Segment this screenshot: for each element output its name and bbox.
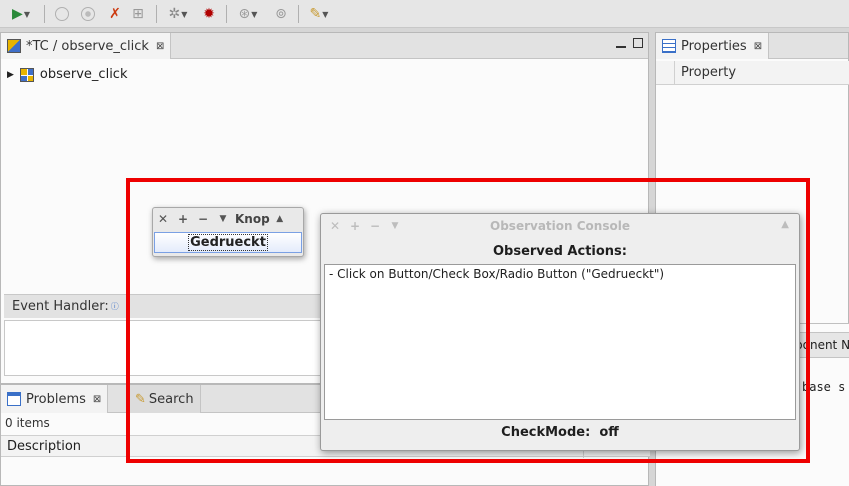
highlight-rectangle <box>126 178 810 463</box>
minimize-icon[interactable] <box>616 38 626 48</box>
target-alt-button[interactable]: ⊚ <box>270 4 292 24</box>
close-icon[interactable]: ⊠ <box>156 41 164 52</box>
tab-label: *TC / observe_click <box>26 38 149 54</box>
chevron-down-icon: ▼ <box>322 9 329 19</box>
target-alt-icon: ⊚ <box>275 6 287 22</box>
debug-button[interactable]: ✲ ▼ <box>164 4 192 24</box>
expand-triangle-icon[interactable]: ▶ <box>7 70 14 80</box>
tree-item-label: observe_click <box>39 67 128 82</box>
target-button[interactable]: ⊛ ▼ <box>232 4 264 24</box>
toolbar-separator <box>44 5 45 23</box>
object-map-icon: ✹ <box>203 6 215 22</box>
toolbar-separator <box>226 5 227 23</box>
properties-icon <box>662 39 676 53</box>
run-icon: ▶ <box>12 6 23 22</box>
properties-tabstrip: Properties ⊠ <box>656 33 848 59</box>
debug-icon: ✲ <box>168 6 181 22</box>
map-icon: ⊞ <box>132 6 144 22</box>
stop-button[interactable] <box>78 4 98 24</box>
tree-item[interactable]: ▶ observe_click <box>7 67 127 82</box>
maximize-icon[interactable] <box>633 38 643 48</box>
main-toolbar: ▶ ▼ ✗ ⊞ ✲ ▼ ✹ ⊛ ▼ ⊚ ✎ ▼ <box>0 0 849 28</box>
tab-label: Properties <box>681 38 747 54</box>
pen-button[interactable]: ✎ ▼ <box>304 4 334 24</box>
run-button[interactable]: ▶ ▼ <box>8 4 34 24</box>
record-button[interactable]: ✗ <box>104 4 126 24</box>
close-icon[interactable]: ⊠ <box>754 41 762 52</box>
problems-icon <box>7 392 21 406</box>
test-case-icon <box>7 39 21 53</box>
chevron-down-icon: ▼ <box>251 9 258 19</box>
test-case-icon <box>19 67 34 82</box>
chevron-down-icon: ▼ <box>181 9 188 19</box>
stop-icon <box>81 7 95 21</box>
toolbar-separator <box>156 5 157 23</box>
property-column-header[interactable]: Property <box>681 65 736 80</box>
editor-tabstrip: *TC / observe_click ⊠ <box>1 33 648 59</box>
items-count: 0 items <box>5 416 50 430</box>
record-icon: ✗ <box>109 6 121 22</box>
tab-problems[interactable]: Problems ⊠ <box>1 385 109 413</box>
info-icon: ⓘ <box>110 302 119 311</box>
pause-button[interactable] <box>52 4 72 24</box>
tab-properties[interactable]: Properties ⊠ <box>656 33 770 59</box>
pen-icon: ✎ <box>309 6 322 22</box>
tab-observe-click[interactable]: *TC / observe_click ⊠ <box>1 33 172 59</box>
map-button[interactable]: ⊞ <box>128 4 148 24</box>
pause-icon <box>55 7 69 21</box>
tab-label: Problems <box>26 391 86 407</box>
close-icon[interactable]: ⊠ <box>93 394 101 405</box>
object-map-button[interactable]: ✹ <box>198 4 220 24</box>
chevron-down-icon: ▼ <box>23 9 30 19</box>
target-icon: ⊛ <box>238 6 251 22</box>
description-column-header[interactable]: Description <box>7 439 81 454</box>
event-handler-label: Event Handler: <box>12 299 109 314</box>
properties-table-header: Property <box>656 61 849 85</box>
toolbar-separator <box>298 5 299 23</box>
